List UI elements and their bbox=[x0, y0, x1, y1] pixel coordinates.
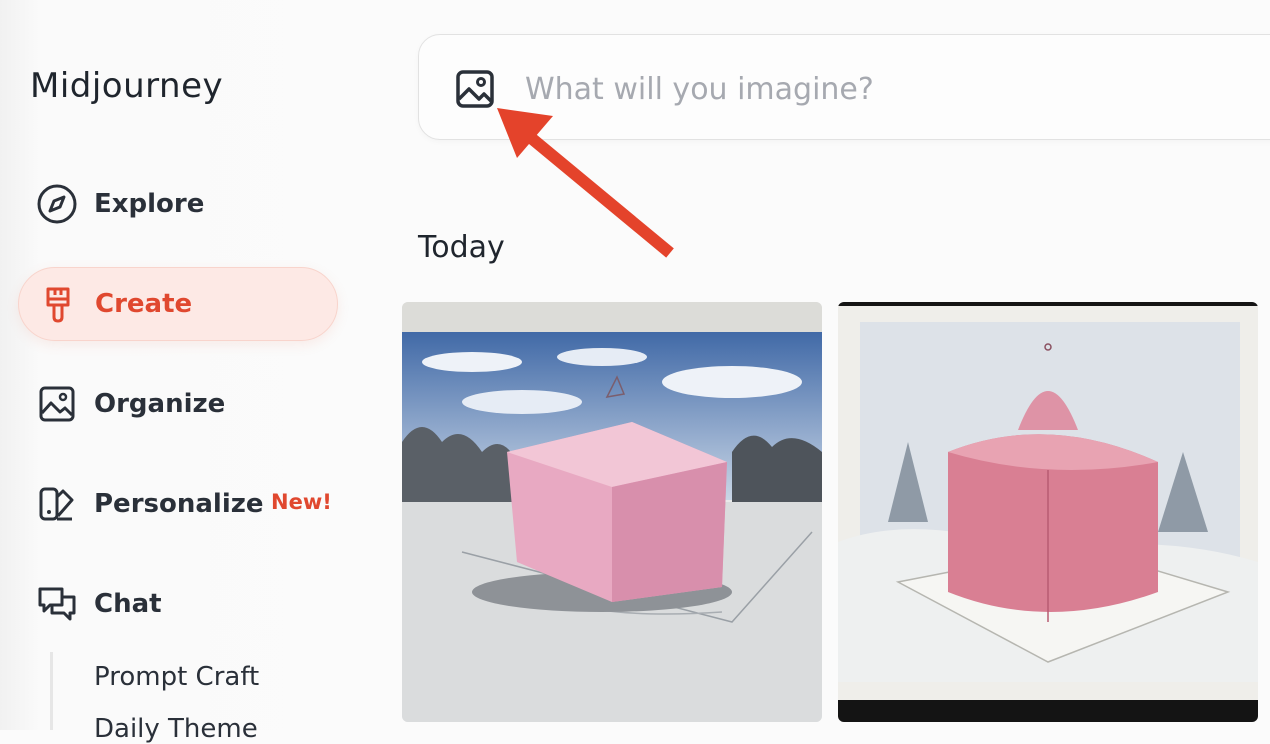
section-title-today: Today bbox=[418, 230, 505, 265]
paintbrush-icon bbox=[37, 283, 79, 325]
generated-image-thumbnail[interactable] bbox=[838, 302, 1258, 722]
generated-image-thumbnail[interactable] bbox=[402, 302, 822, 722]
chat-subitem-prompt-craft[interactable]: Prompt Craft bbox=[94, 662, 259, 692]
app-logo[interactable]: Midjourney bbox=[30, 66, 223, 106]
image-upload-button[interactable] bbox=[455, 69, 495, 109]
image-icon bbox=[456, 70, 494, 108]
chat-bubbles-icon bbox=[36, 583, 78, 625]
sidebar-item-label: Explore bbox=[94, 189, 205, 219]
compass-icon bbox=[36, 183, 78, 225]
sidebar-item-chat[interactable]: Chat bbox=[18, 567, 338, 641]
chat-subitem-daily-theme[interactable]: Daily Theme bbox=[94, 714, 258, 744]
new-badge: New! bbox=[271, 490, 332, 514]
pink-cube-sketch-image bbox=[402, 302, 822, 722]
sidebar-item-label: Create bbox=[95, 289, 193, 319]
sidebar-item-organize[interactable]: Organize bbox=[18, 367, 338, 441]
sidebar: Midjourney Explore Create Organize Perso… bbox=[0, 0, 370, 744]
pink-cake-sketch-image bbox=[838, 302, 1258, 722]
image-icon bbox=[36, 383, 78, 425]
sidebar-item-explore[interactable]: Explore bbox=[18, 167, 338, 241]
sidebar-item-label: Organize bbox=[94, 389, 226, 419]
subnav-divider bbox=[50, 652, 53, 730]
sidebar-item-label: Personalize bbox=[94, 489, 264, 519]
personalize-icon bbox=[36, 483, 78, 525]
sidebar-item-create[interactable]: Create bbox=[18, 267, 338, 341]
sidebar-item-label: Chat bbox=[94, 589, 162, 619]
prompt-input[interactable] bbox=[523, 65, 1227, 113]
prompt-bar bbox=[418, 34, 1270, 140]
